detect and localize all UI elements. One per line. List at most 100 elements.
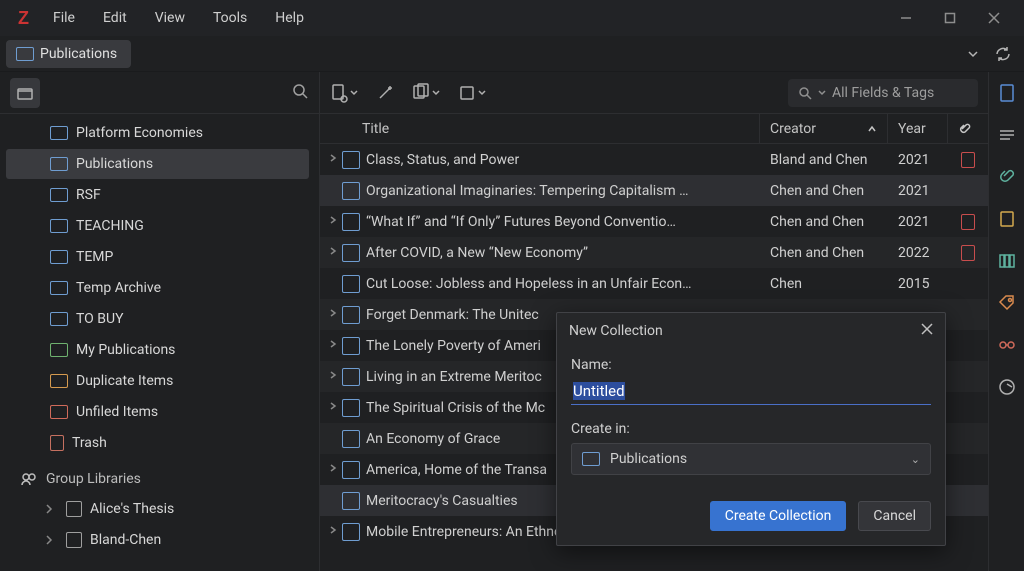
note-icon[interactable] (458, 84, 486, 102)
item-row[interactable]: Cut Loose: Jobless and Hopeless in an Un… (320, 268, 988, 299)
new-collection-icon[interactable] (10, 78, 40, 108)
sidebar-item-label: My Publications (76, 342, 175, 358)
tab-publications[interactable]: Publications (6, 40, 131, 68)
group-icon (20, 471, 38, 487)
sync-icon[interactable] (988, 39, 1018, 69)
trash-icon (50, 435, 64, 451)
sidebar-item[interactable]: TEMP (6, 242, 309, 272)
column-creator[interactable]: Creator (760, 114, 888, 143)
item-type-icon (342, 492, 360, 510)
item-row[interactable]: After COVID, a New “New Economy”Chen and… (320, 237, 988, 268)
sidebar-item[interactable]: Trash (6, 428, 309, 458)
sidebar-item[interactable]: Unfiled Items (6, 397, 309, 427)
new-item-icon[interactable] (330, 83, 358, 103)
folder-icon (16, 47, 34, 61)
collections-tree[interactable]: Platform Economies Publications RSFTEACHIN… (0, 114, 319, 571)
abstract-icon[interactable] (996, 124, 1018, 146)
info-icon[interactable] (996, 82, 1018, 104)
sidebar-item[interactable]: Platform Economies (6, 118, 309, 148)
attachments-icon[interactable] (996, 166, 1018, 188)
create-in-label: Create in: (571, 421, 931, 437)
tags-icon[interactable] (996, 292, 1018, 314)
group-label: Alice's Thesis (90, 501, 174, 517)
cancel-button[interactable]: Cancel (858, 501, 931, 531)
expand-chevron-icon[interactable] (326, 371, 340, 382)
menu-tools[interactable]: Tools (199, 0, 261, 36)
sidebar-item-label: Trash (72, 435, 107, 451)
library-icon (66, 532, 82, 548)
item-type-icon (342, 430, 360, 448)
menu-view[interactable]: View (141, 0, 199, 36)
items-toolbar: All Fields & Tags (320, 72, 988, 114)
group-library-item[interactable]: Alice's Thesis (6, 494, 309, 524)
item-row[interactable]: “What If” and “If Only” Futures Beyond C… (320, 206, 988, 237)
sidebar-item[interactable]: Temp Archive (6, 273, 309, 303)
item-creator: Chen and Chen (760, 214, 888, 230)
item-attachment (948, 214, 988, 230)
collections-search-icon[interactable] (291, 82, 309, 104)
attach-icon[interactable] (412, 83, 440, 103)
item-type-icon (342, 213, 360, 231)
column-attachment[interactable] (948, 114, 988, 143)
folder-icon (582, 452, 600, 466)
sidebar-item[interactable]: Duplicate Items (6, 366, 309, 396)
item-title: Organizational Imaginaries: Tempering Ca… (366, 183, 760, 199)
expand-chevron-icon[interactable] (326, 464, 340, 475)
items-search[interactable]: All Fields & Tags (788, 79, 978, 107)
menu-edit[interactable]: Edit (89, 0, 141, 36)
expand-chevron-icon[interactable] (326, 154, 340, 165)
libraries-icon[interactable] (996, 250, 1018, 272)
column-year[interactable]: Year (888, 114, 948, 143)
maximize-button[interactable] (928, 0, 972, 36)
sidebar-item-label: TO BUY (76, 311, 123, 327)
create-in-select[interactable]: Publications ⌄ (571, 443, 931, 475)
sidebar-item[interactable]: TEACHING (6, 211, 309, 241)
expand-chevron-icon[interactable] (326, 216, 340, 227)
locate-icon[interactable] (996, 376, 1018, 398)
item-type-icon (342, 461, 360, 479)
item-creator: Chen and Chen (760, 245, 888, 261)
notes-icon[interactable] (996, 208, 1018, 230)
folder-icon (50, 219, 68, 233)
tab-list-dropdown[interactable] (958, 39, 988, 69)
sidebar-item-label: Publications (76, 156, 153, 172)
chevron-down-icon: ⌄ (911, 453, 920, 466)
item-type-icon (342, 399, 360, 417)
item-creator: Chen and Chen (760, 183, 888, 199)
item-title: After COVID, a New “New Economy” (366, 245, 760, 261)
item-year: 2021 (888, 152, 948, 168)
sidebar-item[interactable]: My Publications (6, 335, 309, 365)
collections-pane: Platform Economies Publications RSFTEACHIN… (0, 72, 320, 571)
item-creator: Bland and Chen (760, 152, 888, 168)
magic-wand-icon[interactable] (376, 84, 394, 102)
minimize-button[interactable] (884, 0, 928, 36)
sidebar-item-label: Platform Economies (76, 125, 203, 141)
menu-help[interactable]: Help (261, 0, 318, 36)
name-input[interactable] (571, 379, 931, 405)
search-placeholder: All Fields & Tags (832, 85, 934, 101)
expand-chevron-icon[interactable] (326, 247, 340, 258)
folder-icon (50, 250, 68, 264)
group-library-item[interactable]: Bland-Chen (6, 525, 309, 555)
menu-file[interactable]: File (39, 0, 89, 36)
dialog-title: New Collection (569, 323, 663, 339)
group-libraries-label: Group Libraries (46, 471, 141, 487)
sidebar-item[interactable]: Publications (6, 149, 309, 179)
group-label: Bland-Chen (90, 532, 161, 548)
group-libraries-header[interactable]: Group Libraries (0, 464, 315, 494)
sidebar-item[interactable]: TO BUY (6, 304, 309, 334)
column-title[interactable]: Title (320, 114, 760, 143)
expand-chevron-icon[interactable] (326, 402, 340, 413)
dialog-close-icon[interactable] (921, 323, 933, 339)
close-button[interactable] (972, 0, 1016, 36)
item-year: 2022 (888, 245, 948, 261)
publications-icon (50, 343, 68, 357)
item-row[interactable]: Organizational Imaginaries: Tempering Ca… (320, 175, 988, 206)
expand-chevron-icon[interactable] (326, 340, 340, 351)
expand-chevron-icon[interactable] (326, 526, 340, 537)
create-collection-button[interactable]: Create Collection (710, 501, 847, 531)
sidebar-item[interactable]: RSF (6, 180, 309, 210)
expand-chevron-icon[interactable] (326, 309, 340, 320)
item-row[interactable]: Class, Status, and PowerBland and Chen20… (320, 144, 988, 175)
related-icon[interactable] (996, 334, 1018, 356)
